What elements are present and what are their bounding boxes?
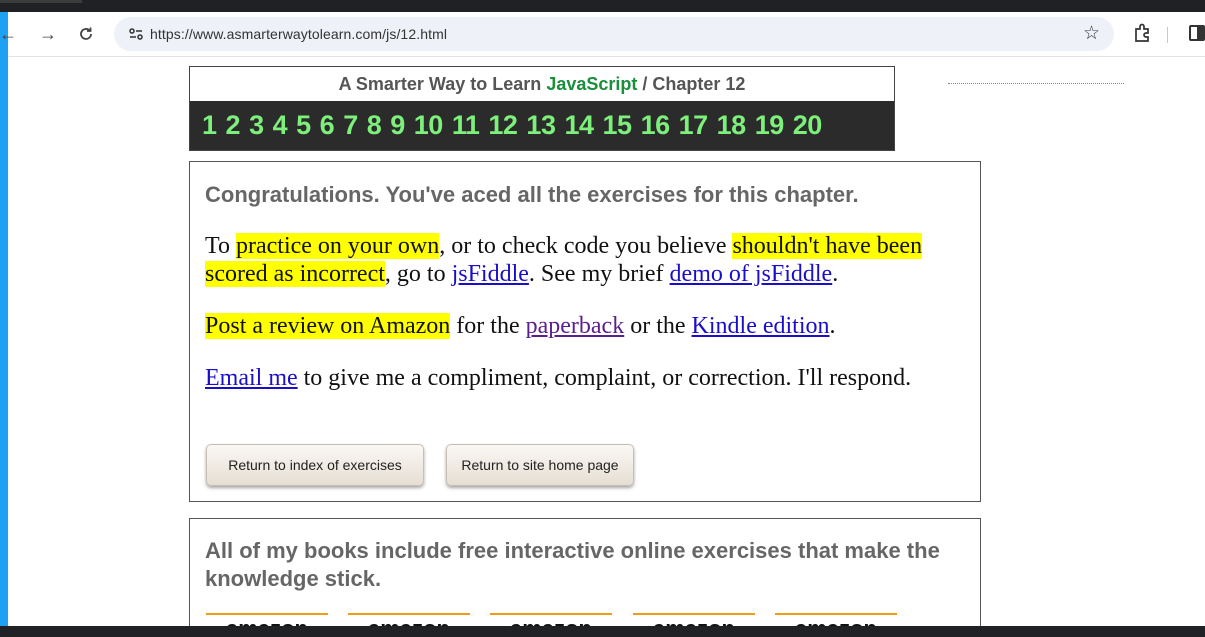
chapter-link[interactable]: 16	[641, 110, 671, 141]
chapter-link[interactable]: 20	[793, 110, 823, 141]
browser-top-strip	[0, 0, 1205, 12]
chapter-link[interactable]: 11	[452, 110, 480, 141]
web-page: A Smarter Way to Learn JavaScript / Chap…	[8, 57, 1205, 626]
chapter-link[interactable]: 18	[717, 110, 747, 141]
email-paragraph: Email me to give me a compliment, compla…	[205, 365, 912, 391]
title-prefix: A Smarter Way to Learn	[338, 74, 542, 94]
chapter-link[interactable]: 6	[320, 110, 335, 141]
chapter-link[interactable]: 9	[390, 110, 405, 141]
chapter-link[interactable]: 19	[755, 110, 785, 141]
left-window-edge	[0, 12, 8, 626]
highlight-review: Post a review on Amazon	[205, 313, 451, 339]
chapter-link[interactable]: 5	[296, 110, 311, 141]
chapter-link[interactable]: 17	[679, 110, 709, 141]
decorative-dots	[948, 83, 1124, 84]
kindle-edition-link[interactable]: Kindle edition	[692, 313, 830, 339]
practice-paragraph: To practice on your own, or to check cod…	[205, 233, 923, 287]
site-settings-icon[interactable]	[128, 26, 144, 42]
browser-toolbar: ← → https://www.asmarterwaytolearn.com/j…	[0, 12, 1205, 57]
chapter-nav: 1 2 3 4 5 6 7 8 9 10 11 12 13 14 15 16 1…	[190, 101, 894, 150]
amazon-book-link[interactable]: amazon	[633, 613, 755, 626]
books-promo-text: All of my books include free interactive…	[205, 538, 940, 591]
reload-icon[interactable]	[72, 20, 100, 48]
tab-stub[interactable]	[0, 0, 82, 3]
congratulations-box: Congratulations. You've aced all the exe…	[189, 161, 981, 502]
email-me-link[interactable]: Email me	[205, 365, 298, 391]
return-to-index-button[interactable]: Return to index of exercises	[206, 444, 424, 486]
address-bar[interactable]: https://www.asmarterwaytolearn.com/js/12…	[114, 17, 1114, 51]
chapter-link[interactable]: 13	[526, 110, 556, 141]
paperback-link[interactable]: paperback	[526, 313, 625, 339]
jsfiddle-link[interactable]: jsFiddle	[452, 261, 529, 287]
chapter-link[interactable]: 12	[488, 110, 518, 141]
chapter-link[interactable]: 10	[414, 110, 444, 141]
title-brand: JavaScript	[546, 74, 638, 94]
chapter-link[interactable]: 8	[367, 110, 382, 141]
amazon-book-link[interactable]: amazon	[348, 613, 470, 626]
extensions-icon[interactable]	[1132, 22, 1154, 44]
amazon-book-link[interactable]: amazon	[490, 613, 612, 626]
jsfiddle-demo-link[interactable]: demo of jsFiddle	[670, 261, 833, 287]
return-to-home-button[interactable]: Return to site home page	[446, 444, 634, 486]
chapter-link[interactable]: 1	[202, 110, 217, 141]
page-title: A Smarter Way to Learn JavaScript / Chap…	[190, 67, 894, 101]
back-arrow-icon[interactable]: ←	[0, 20, 22, 48]
toolbar-separator	[1167, 27, 1168, 43]
taskbar-strip	[0, 626, 1205, 637]
highlight-practice: practice on your own	[235, 233, 440, 259]
bookmark-star-icon[interactable]: ☆	[1083, 17, 1100, 51]
amazon-book-link[interactable]: amazon	[206, 613, 328, 626]
congrats-heading: Congratulations. You've aced all the exe…	[205, 182, 859, 207]
amazon-book-link[interactable]: amazon	[775, 613, 897, 626]
url-text[interactable]: https://www.asmarterwaytolearn.com/js/12…	[150, 17, 447, 51]
side-panel-icon[interactable]	[1189, 25, 1205, 41]
review-paragraph: Post a review on Amazon for the paperbac…	[205, 313, 836, 339]
chapter-link[interactable]: 14	[564, 110, 594, 141]
chapter-link[interactable]: 2	[226, 110, 241, 141]
chapter-header: A Smarter Way to Learn JavaScript / Chap…	[189, 66, 895, 151]
chapter-link[interactable]: 7	[343, 110, 358, 141]
chapter-link[interactable]: 15	[603, 110, 633, 141]
chapter-link[interactable]: 3	[249, 110, 264, 141]
chapter-link[interactable]: 4	[273, 110, 288, 141]
forward-arrow-icon[interactable]: →	[34, 20, 62, 48]
books-box: All of my books include free interactive…	[189, 518, 981, 626]
title-chapter: / Chapter 12	[642, 74, 746, 94]
